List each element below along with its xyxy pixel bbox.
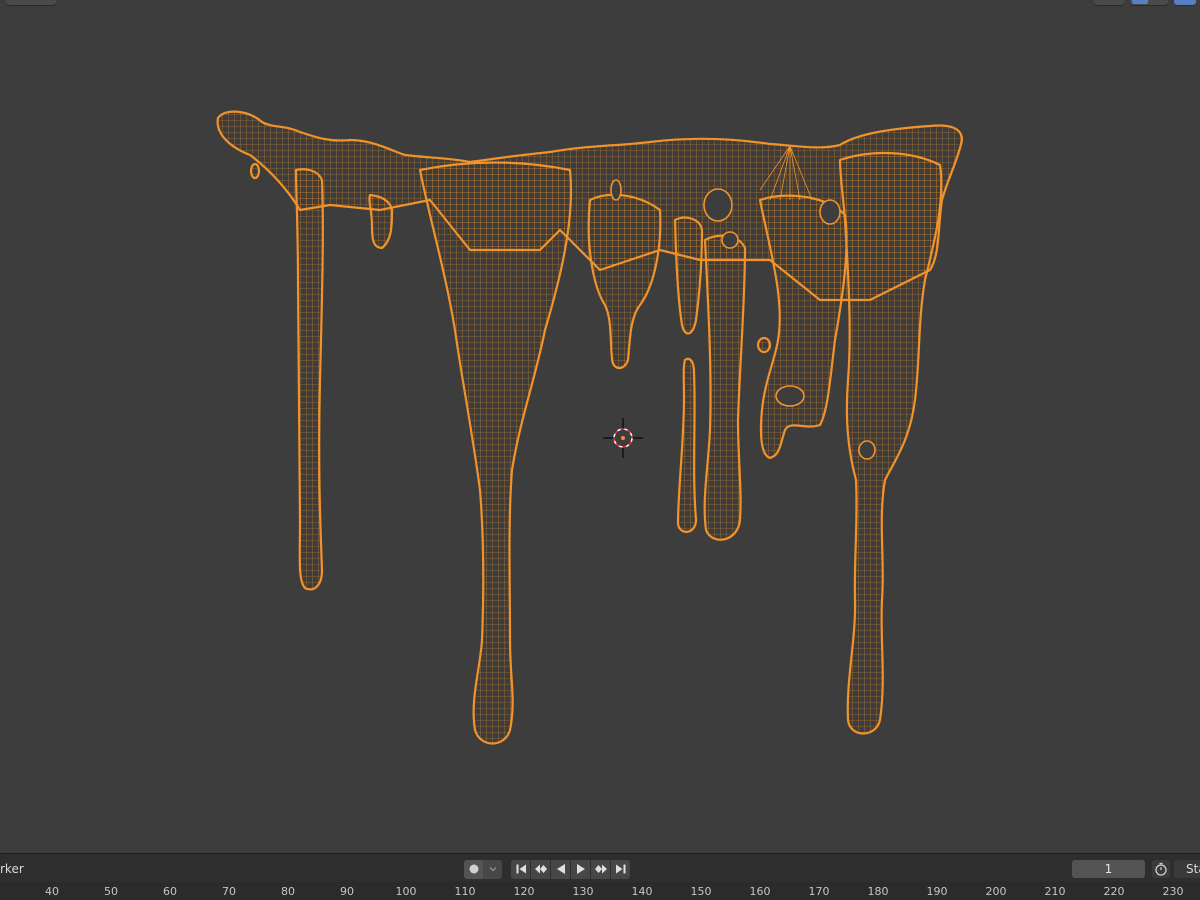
keying-dropdown[interactable] xyxy=(483,859,502,879)
drip-right-cluster xyxy=(758,194,848,460)
drip-small-nub xyxy=(368,193,394,250)
current-frame-field[interactable]: 1 xyxy=(1072,860,1145,878)
jump-start-icon xyxy=(516,864,526,874)
record-group xyxy=(464,859,502,879)
frame-tick-label: 230 xyxy=(1162,885,1184,898)
frame-tick-label: 220 xyxy=(1103,885,1125,898)
frame-tick-label: 140 xyxy=(631,885,653,898)
marker-menu[interactable]: rker xyxy=(0,861,24,877)
prev-keyframe-button[interactable] xyxy=(531,859,550,879)
drip-mesh-object[interactable] xyxy=(216,110,964,745)
next-keyframe-button[interactable] xyxy=(591,859,610,879)
start-frame-field[interactable]: Sta xyxy=(1174,860,1200,878)
drip-bulb xyxy=(587,193,662,370)
frame-tick-label: 90 xyxy=(340,885,354,898)
frame-tick-label: 130 xyxy=(572,885,594,898)
frame-tick-label: 110 xyxy=(454,885,476,898)
play-button[interactable] xyxy=(571,859,590,879)
frame-tick-label: 80 xyxy=(281,885,295,898)
frame-tick-label: 50 xyxy=(104,885,118,898)
frame-tick-label: 100 xyxy=(395,885,417,898)
frame-tick-label: 70 xyxy=(222,885,236,898)
prev-keyframe-icon xyxy=(534,864,547,874)
drip-sliver xyxy=(676,357,698,533)
use-preview-range-button[interactable] xyxy=(1152,860,1170,878)
drip-left-thin xyxy=(294,168,324,591)
frame-tick-label: 40 xyxy=(45,885,59,898)
drip-narrow-col xyxy=(673,216,704,335)
3d-viewport[interactable] xyxy=(0,0,1200,853)
blender-window: rker 1 St 40 50 60 70 80 90 100 110 120 … xyxy=(0,0,1200,900)
frame-tick-label: 60 xyxy=(163,885,177,898)
record-button[interactable] xyxy=(464,859,483,879)
drop-small-right xyxy=(756,336,772,354)
jump-start-button[interactable] xyxy=(511,859,530,879)
play-reverse-icon xyxy=(556,864,565,874)
frame-tick-label: 200 xyxy=(985,885,1007,898)
frame-tick-label: 180 xyxy=(867,885,889,898)
play-reverse-button[interactable] xyxy=(551,859,570,879)
jump-end-icon xyxy=(615,864,625,874)
frame-tick-label: 150 xyxy=(690,885,712,898)
drip-central-funnel xyxy=(418,161,573,745)
play-group xyxy=(511,859,630,879)
playback-controls xyxy=(464,859,630,879)
stopwatch-icon xyxy=(1155,862,1167,876)
next-keyframe-icon xyxy=(594,864,607,874)
frame-tick-label: 190 xyxy=(926,885,948,898)
jump-end-button[interactable] xyxy=(611,859,630,879)
frame-tick-label: 170 xyxy=(808,885,830,898)
drop-small-left xyxy=(249,162,261,180)
frame-ruler[interactable]: 40 50 60 70 80 90 100 110 120 130 140 150 160 170 180 1… xyxy=(0,882,1200,900)
play-icon xyxy=(576,864,585,874)
timeline-editor: rker 1 St 40 50 60 70 80 90 100 110 120 … xyxy=(0,853,1200,900)
frame-tick-label: 210 xyxy=(1044,885,1066,898)
3d-cursor-icon[interactable] xyxy=(603,418,643,458)
frame-tick-label: 120 xyxy=(513,885,535,898)
timeline-header: rker 1 St xyxy=(0,855,1200,882)
record-icon xyxy=(469,864,478,874)
wireframe-mesh[interactable] xyxy=(0,0,1200,853)
frame-tick-label: 160 xyxy=(749,885,771,898)
chevron-down-icon xyxy=(489,867,496,872)
drip-far-right xyxy=(838,151,943,735)
drip-right-center xyxy=(703,234,747,541)
